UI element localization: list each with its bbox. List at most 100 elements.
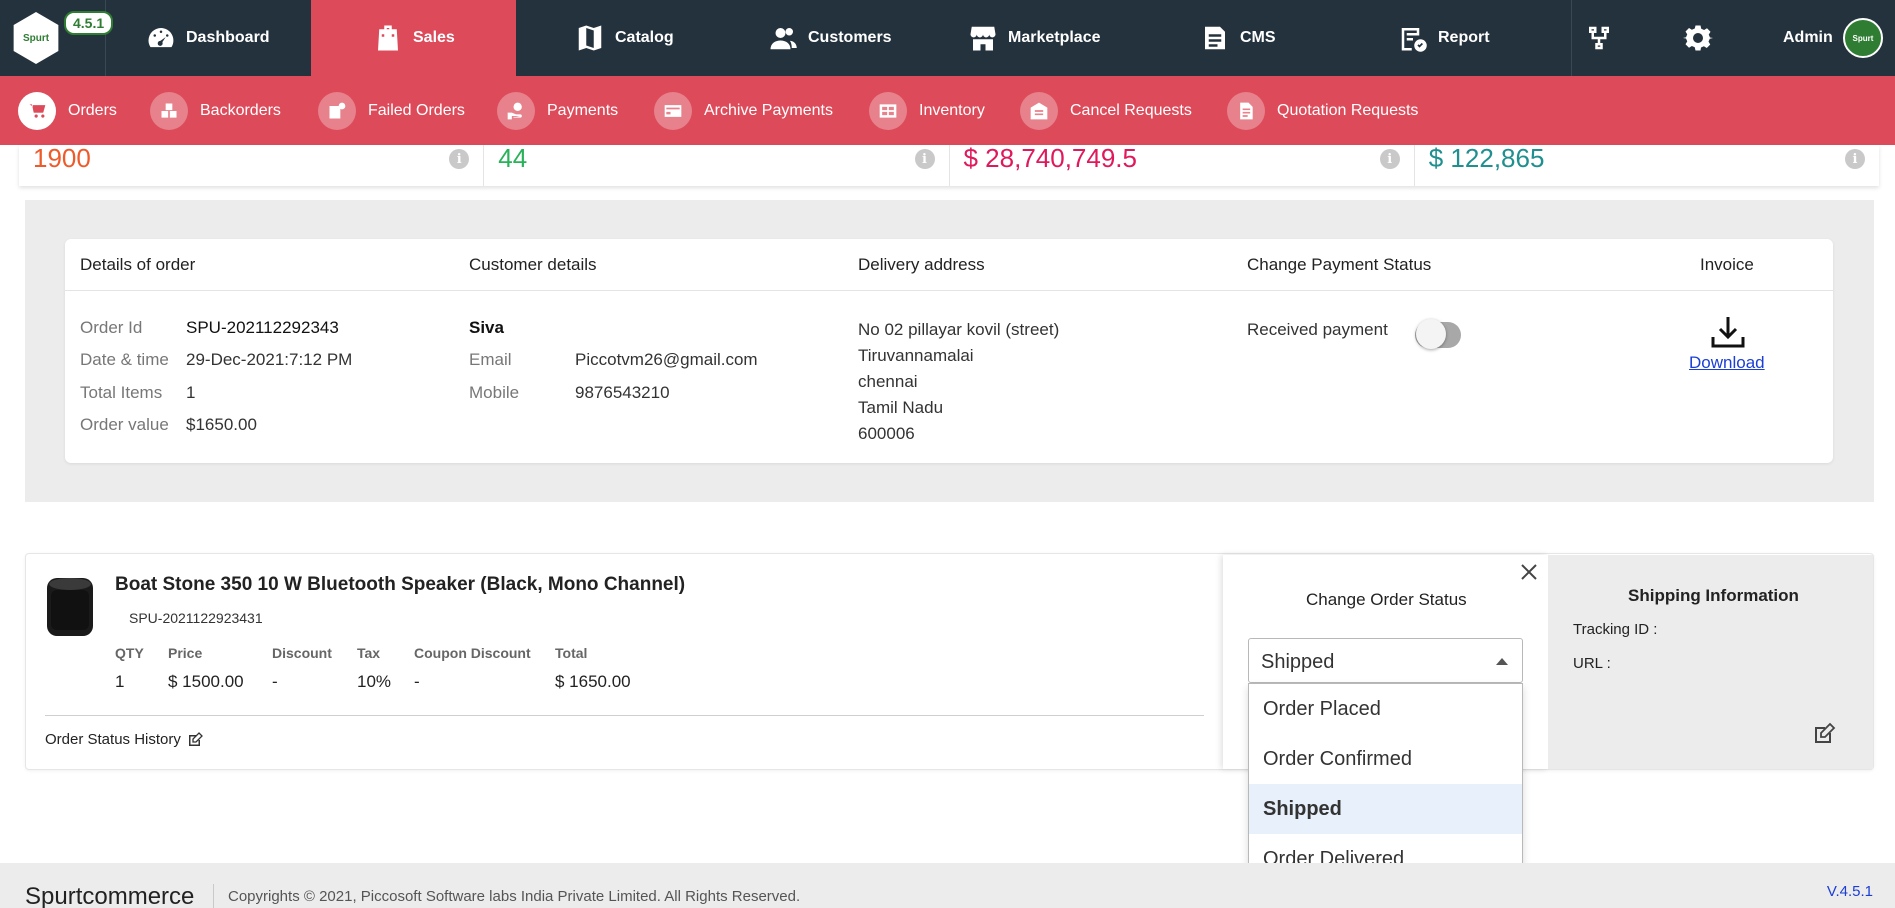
subnav-archive-payments[interactable]: Archive Payments <box>654 76 833 145</box>
coupon-discount-value: - <box>414 672 420 691</box>
version-badge: 4.5.1 <box>64 11 114 35</box>
qty-value: 1 <box>115 672 125 691</box>
datetime-value: 29-Dec-2021:7:12 PM <box>186 350 353 369</box>
subnav-quotation-requests-label: Quotation Requests <box>1277 101 1419 119</box>
subnav-inventory[interactable]: Inventory <box>869 76 985 145</box>
shopping-bag-icon <box>378 25 398 51</box>
stat-value: 1900 <box>33 143 91 173</box>
received-payment-label: Received payment <box>1247 320 1388 339</box>
mobile-label: Mobile <box>469 383 520 402</box>
product-title: Boat Stone 350 10 W Bluetooth Speaker (B… <box>115 574 686 595</box>
details-heading: Details of order <box>80 255 196 274</box>
nav-dashboard[interactable]: Dashboard <box>146 0 270 76</box>
customer-heading: Customer details <box>469 255 597 274</box>
stat-card: $ 122,865 i <box>1415 145 1879 186</box>
nav-cms-label: CMS <box>1240 29 1276 46</box>
address-line: 600006 <box>858 424 915 443</box>
stat-card: 1900 i <box>19 143 485 186</box>
delivery-heading: Delivery address <box>858 255 985 274</box>
avatar[interactable]: Spurt <box>1843 18 1883 58</box>
stat-value: $ 122,865 <box>1428 143 1545 173</box>
order-details-header: Details of order Customer details Delive… <box>65 239 1833 291</box>
datetime-label: Date & time <box>80 350 169 369</box>
document-icon <box>1227 91 1265 130</box>
orders-cart-icon <box>18 91 56 130</box>
nav-cms[interactable]: CMS <box>1200 0 1276 76</box>
org-chart-button[interactable] <box>1584 0 1614 76</box>
admin-label: Admin <box>1783 29 1833 46</box>
map-book-icon <box>578 25 602 51</box>
footer-brand: Spurtcommerce <box>25 883 195 908</box>
info-icon[interactable]: i <box>1379 149 1400 169</box>
status-option[interactable]: Order Confirmed <box>1249 734 1522 784</box>
stat-card: $ 28,740,749.5 i <box>950 145 1415 186</box>
edit-icon[interactable] <box>1812 722 1836 746</box>
report-icon <box>1401 28 1427 52</box>
qty-header: QTY <box>115 645 144 661</box>
status-option-selected[interactable]: Shipped <box>1249 784 1522 834</box>
tracking-id-label: Tracking ID : <box>1573 621 1658 638</box>
subnav-cancel-requests[interactable]: Cancel Requests <box>1020 76 1192 145</box>
nav-marketplace[interactable]: Marketplace <box>968 0 1101 76</box>
logo-text: Spurt <box>22 32 50 44</box>
email-label: Email <box>469 350 512 369</box>
subnav-payments[interactable]: Payments <box>497 76 618 145</box>
edit-icon <box>188 731 203 746</box>
stat-card: 44 i <box>484 143 950 186</box>
info-icon[interactable]: i <box>1845 149 1865 169</box>
subnav-payments-label: Payments <box>547 101 619 119</box>
order-status-selected: Shipped <box>1261 651 1335 673</box>
subnav-inventory-label: Inventory <box>919 101 985 119</box>
nav-report[interactable]: Report <box>1398 0 1490 76</box>
order-id-label: Order Id <box>80 318 143 337</box>
discount-header: Discount <box>272 645 332 661</box>
invoice-heading: Invoice <box>1700 255 1754 274</box>
speedometer-icon <box>148 28 174 48</box>
total-header: Total <box>555 645 588 661</box>
nav-sales[interactable]: Sales <box>311 0 516 76</box>
subnav-orders[interactable]: Orders <box>18 76 117 145</box>
stat-value: $ 28,740,749.5 <box>963 143 1138 173</box>
tax-header: Tax <box>357 645 381 661</box>
divider <box>45 715 1204 716</box>
spurt-logo: Spurt <box>13 12 59 64</box>
mobile-value: 9876543210 <box>575 383 670 402</box>
cancel-request-icon <box>1020 91 1058 130</box>
product-image <box>47 578 93 636</box>
received-payment-toggle[interactable] <box>1415 318 1461 350</box>
caret-up-icon <box>1496 658 1508 665</box>
total-items-value: 1 <box>186 383 196 402</box>
address-line: Tamil Nadu <box>858 398 944 417</box>
order-status-select[interactable]: Shipped <box>1248 638 1523 683</box>
sales-sub-navigation: Orders Backorders Failed Orders Payments… <box>0 76 1895 145</box>
settings-button[interactable] <box>1683 0 1713 76</box>
toggle-knob <box>1416 319 1446 349</box>
order-value-label: Order value <box>80 415 169 434</box>
status-option[interactable]: Order Placed <box>1249 684 1522 734</box>
subnav-failed-orders[interactable]: Failed Orders <box>318 76 465 145</box>
total-value: $ 1650.00 <box>555 672 631 691</box>
nav-catalog[interactable]: Catalog <box>575 0 674 76</box>
subnav-backorders[interactable]: Backorders <box>150 76 281 145</box>
nav-customers[interactable]: Customers <box>768 0 892 76</box>
email-value: Piccotvm26@gmail.com <box>575 350 758 369</box>
avatar-text: Spurt <box>1852 33 1874 43</box>
footer-version: V.4.5.1 <box>1826 883 1873 900</box>
tax-value: 10% <box>357 672 392 691</box>
stat-value: 44 <box>498 143 528 173</box>
info-icon[interactable]: i <box>914 149 935 169</box>
subnav-quotation-requests[interactable]: Quotation Requests <box>1227 76 1418 145</box>
subnav-orders-label: Orders <box>68 101 117 119</box>
customer-name: Siva <box>469 318 504 337</box>
download-icon[interactable] <box>1710 315 1746 349</box>
info-icon[interactable]: i <box>449 149 470 169</box>
subnav-cancel-requests-label: Cancel Requests <box>1070 101 1192 119</box>
address-line: Tiruvannamalai <box>858 346 974 365</box>
archive-card-icon <box>654 91 692 130</box>
order-status-history-link[interactable]: Order Status History <box>45 731 203 748</box>
close-icon[interactable] <box>1517 560 1541 584</box>
logo-area[interactable]: Spurt 4.5.1 <box>0 0 114 76</box>
admin-menu[interactable]: Admin <box>1783 0 1833 76</box>
total-items-label: Total Items <box>80 383 163 402</box>
download-invoice-link[interactable]: Download <box>1689 353 1765 373</box>
